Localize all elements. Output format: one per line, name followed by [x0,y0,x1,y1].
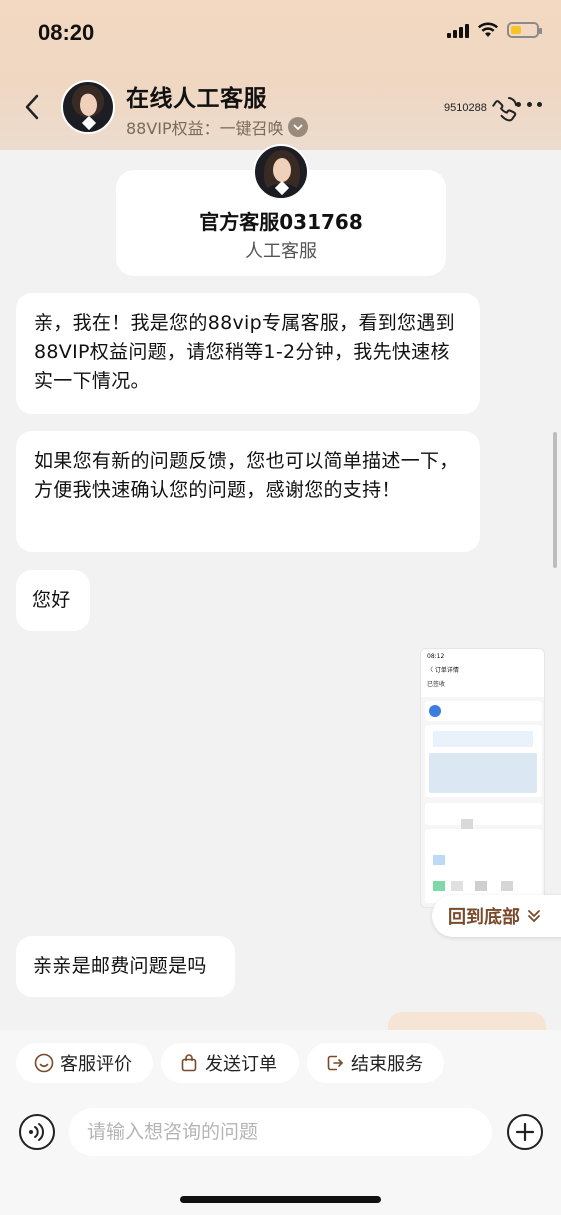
agent-name: 官方客服031768 [199,210,363,234]
status-time: 08:20 [38,20,95,45]
agent-message: 亲亲是邮费问题是吗 [16,936,235,997]
more-icon[interactable] [516,102,542,112]
battery-icon [507,22,542,38]
subtitle-text: 88VIP权益：一键召唤 [126,119,284,138]
send-order-button[interactable]: 发送订单 [161,1043,299,1083]
rate-service-button[interactable]: 客服评价 [16,1043,153,1083]
scrollbar[interactable] [553,432,557,568]
thumb-title: 〈 订单详情 [427,667,459,674]
thumb-status: 已签收 [427,681,446,688]
agent-message: 如果您有新的问题反馈，您也可以简单描述一下，方便我快速确认您的问题，感谢您的支持… [16,431,480,552]
agent-message: 您好 [16,570,90,631]
agent-role: 人工客服 [245,241,317,262]
status-icons [447,22,542,38]
back-to-bottom-label: 回到底部 [448,907,520,928]
agent-message: 亲，我在！我是您的88vip专属客服，看到您遇到88VIP权益问题，请您稍等1-… [16,293,480,414]
phone-number: 9510288 [444,102,487,114]
signal-icon [447,22,469,38]
end-service-label: 结束服务 [351,1054,423,1075]
sent-screenshot-image[interactable]: 08:12 〈 订单详情 已签收 [420,648,545,908]
plus-icon[interactable] [506,1113,544,1151]
exit-icon [327,1055,344,1071]
end-service-button[interactable]: 结束服务 [307,1043,444,1083]
back-icon[interactable] [20,92,44,122]
send-order-label: 发送订单 [205,1054,277,1075]
back-to-bottom-button[interactable]: 回到底部 [432,895,561,937]
vip-summon-link[interactable]: 88VIP权益：一键召唤 [126,115,308,139]
smiley-icon [34,1053,54,1073]
call-button[interactable]: 9510288 [444,92,521,124]
header-agent-avatar[interactable] [61,80,115,134]
bag-icon [181,1054,197,1072]
thumb-time: 08:12 [427,653,445,660]
voice-input-icon[interactable] [18,1113,56,1151]
rate-service-label: 客服评价 [60,1054,132,1075]
double-chevron-down-icon [528,910,540,923]
agent-avatar[interactable] [253,144,309,200]
chevron-down-icon[interactable] [287,117,308,137]
home-indicator [180,1196,381,1203]
wifi-icon [478,22,498,37]
message-input[interactable] [69,1108,492,1156]
chat-title: 在线人工客服 [126,86,267,112]
